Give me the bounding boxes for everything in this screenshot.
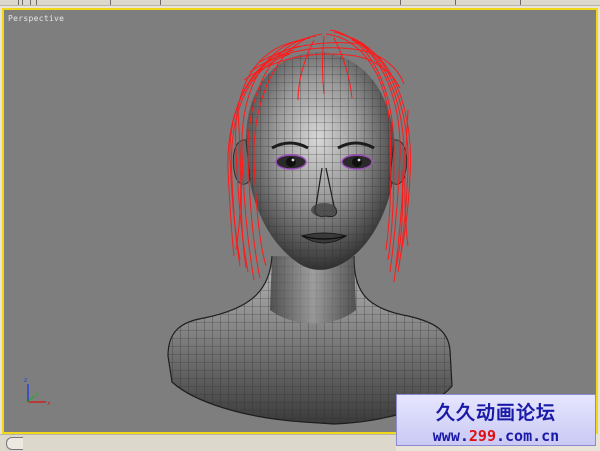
perspective-viewport[interactable]: Perspective z x y xyxy=(2,8,598,434)
head-model-scene: z x y xyxy=(24,29,453,425)
right-eye xyxy=(341,154,373,170)
bottom-toolbar xyxy=(0,434,396,451)
toolbar-tick xyxy=(18,0,19,5)
toolbar-tick xyxy=(400,0,401,5)
toolbar-tick xyxy=(520,0,521,5)
watermark-title: 久久动画论坛 xyxy=(435,402,556,424)
top-toolbar-strip xyxy=(0,0,600,6)
left-eye xyxy=(275,154,307,170)
toolbar-tick xyxy=(30,0,31,5)
watermark-url-highlight: 299 xyxy=(468,427,496,445)
svg-text:x: x xyxy=(47,400,51,407)
toolbar-tick xyxy=(110,0,111,5)
toolbar-tick xyxy=(36,0,37,5)
toolbar-tick xyxy=(455,0,456,5)
head-mesh xyxy=(232,52,408,270)
watermark-url-prefix: www. xyxy=(432,427,469,445)
curved-handle-icon[interactable] xyxy=(6,437,23,450)
watermark-url-suffix: .com.cn xyxy=(496,427,560,445)
forum-watermark: 久久动画论坛 www.299.com.cn xyxy=(396,394,596,446)
toolbar-tick xyxy=(160,0,161,5)
watermark-url: www.299.com.cn xyxy=(397,427,595,445)
svg-text:y: y xyxy=(35,390,39,397)
toolbar-tick xyxy=(22,0,23,5)
axis-gizmo: z x y xyxy=(24,377,51,407)
svg-text:z: z xyxy=(24,377,27,384)
